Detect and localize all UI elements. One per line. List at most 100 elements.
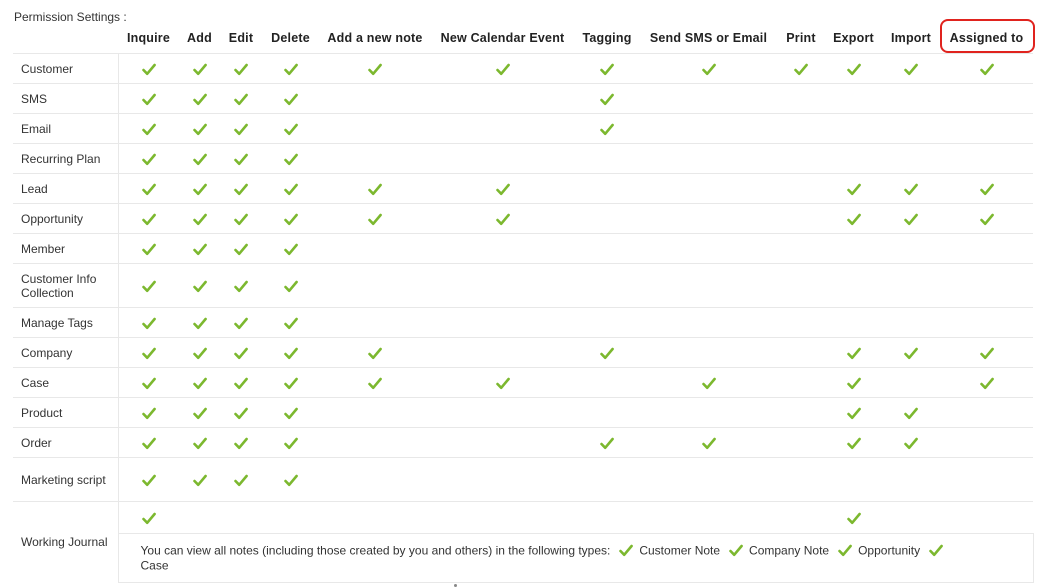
permission-cell-delete[interactable] bbox=[262, 53, 319, 84]
permission-cell-add[interactable] bbox=[179, 173, 220, 204]
permission-cell-print[interactable] bbox=[777, 53, 825, 84]
permission-cell-inquire[interactable] bbox=[118, 143, 179, 174]
permission-cell-tagging[interactable] bbox=[574, 53, 640, 84]
permission-cell-inquire[interactable] bbox=[118, 233, 179, 264]
permission-cell-export[interactable] bbox=[825, 367, 882, 398]
permission-cell-edit[interactable] bbox=[220, 233, 262, 264]
permission-cell-add[interactable] bbox=[179, 337, 220, 368]
permission-cell-inquire[interactable] bbox=[118, 307, 179, 338]
permission-cell-send-sms-or-email[interactable] bbox=[640, 53, 777, 84]
permission-cell-assigned-to[interactable] bbox=[940, 173, 1033, 204]
permission-cell-export[interactable] bbox=[825, 501, 882, 534]
permission-cell-delete[interactable] bbox=[262, 83, 319, 114]
permission-cell-edit[interactable] bbox=[220, 143, 262, 174]
permission-cell-inquire[interactable] bbox=[118, 337, 179, 368]
permission-cell-edit[interactable] bbox=[220, 173, 262, 204]
permission-cell-import[interactable] bbox=[882, 397, 940, 428]
checkmark-icon bbox=[846, 407, 861, 419]
permission-cell-inquire[interactable] bbox=[118, 263, 179, 308]
permission-cell-tagging[interactable] bbox=[574, 427, 640, 458]
permission-cell-edit[interactable] bbox=[220, 307, 262, 338]
permission-cell-delete[interactable] bbox=[262, 143, 319, 174]
permission-cell-new-calendar-event[interactable] bbox=[431, 53, 574, 84]
permission-cell-inquire[interactable] bbox=[118, 457, 179, 502]
permission-cell-inquire[interactable] bbox=[118, 173, 179, 204]
permission-cell-edit[interactable] bbox=[220, 53, 262, 84]
permission-cell-send-sms-or-email[interactable] bbox=[640, 367, 777, 398]
permission-cell-inquire[interactable] bbox=[118, 83, 179, 114]
permission-cell-inquire[interactable] bbox=[118, 113, 179, 144]
permission-cell-export[interactable] bbox=[825, 53, 882, 84]
permission-cell-inquire[interactable] bbox=[118, 367, 179, 398]
checkmark-icon bbox=[368, 377, 382, 389]
permission-cell-export[interactable] bbox=[825, 397, 882, 428]
permission-cell-import[interactable] bbox=[882, 337, 940, 368]
permission-cell-edit[interactable] bbox=[220, 113, 262, 144]
permission-cell-export[interactable] bbox=[825, 427, 882, 458]
permission-cell-inquire[interactable] bbox=[118, 53, 179, 84]
permission-cell-delete[interactable] bbox=[262, 337, 319, 368]
permission-cell-new-calendar-event[interactable] bbox=[431, 203, 574, 234]
permission-cell-import[interactable] bbox=[882, 427, 940, 458]
permission-cell-tagging[interactable] bbox=[574, 337, 640, 368]
permission-cell-export[interactable] bbox=[825, 337, 882, 368]
permission-cell-add-a-new-note[interactable] bbox=[319, 337, 431, 368]
permission-cell-new-calendar-event[interactable] bbox=[431, 367, 574, 398]
permission-cell-add-a-new-note[interactable] bbox=[319, 173, 431, 204]
permission-cell-edit[interactable] bbox=[220, 427, 262, 458]
permission-cell-edit[interactable] bbox=[220, 397, 262, 428]
permission-cell-delete[interactable] bbox=[262, 263, 319, 308]
permission-cell-add[interactable] bbox=[179, 53, 220, 84]
permission-cell-edit[interactable] bbox=[220, 203, 262, 234]
permission-cell-edit[interactable] bbox=[220, 83, 262, 114]
permission-cell-import[interactable] bbox=[882, 203, 940, 234]
permission-cell-add[interactable] bbox=[179, 233, 220, 264]
note-type-case[interactable]: Case bbox=[141, 559, 169, 573]
permission-cell-add[interactable] bbox=[179, 263, 220, 308]
permission-cell-delete[interactable] bbox=[262, 173, 319, 204]
permission-cell-export[interactable] bbox=[825, 203, 882, 234]
permission-cell-add-a-new-note[interactable] bbox=[319, 203, 431, 234]
permission-cell-tagging[interactable] bbox=[574, 83, 640, 114]
permission-cell-add-a-new-note[interactable] bbox=[319, 367, 431, 398]
permission-cell-inquire[interactable] bbox=[118, 427, 179, 458]
permission-cell-add-a-new-note[interactable] bbox=[319, 53, 431, 84]
note-type-customer-note[interactable]: Customer Note bbox=[639, 543, 720, 557]
permission-cell-delete[interactable] bbox=[262, 457, 319, 502]
note-type-company-note[interactable]: Company Note bbox=[749, 543, 829, 557]
permission-cell-edit[interactable] bbox=[220, 367, 262, 398]
permission-cell-add[interactable] bbox=[179, 143, 220, 174]
permission-cell-new-calendar-event[interactable] bbox=[431, 173, 574, 204]
permission-cell-add[interactable] bbox=[179, 203, 220, 234]
permission-cell-add[interactable] bbox=[179, 113, 220, 144]
permission-cell-delete[interactable] bbox=[262, 367, 319, 398]
permission-cell-delete[interactable] bbox=[262, 427, 319, 458]
permission-cell-tagging[interactable] bbox=[574, 113, 640, 144]
permission-cell-add[interactable] bbox=[179, 457, 220, 502]
permission-cell-assigned-to[interactable] bbox=[940, 53, 1033, 84]
permission-cell-import[interactable] bbox=[882, 53, 940, 84]
note-type-opportunity[interactable]: Opportunity bbox=[858, 543, 920, 557]
permission-cell-delete[interactable] bbox=[262, 233, 319, 264]
permission-cell-assigned-to[interactable] bbox=[940, 337, 1033, 368]
permission-cell-delete[interactable] bbox=[262, 397, 319, 428]
permission-cell-edit[interactable] bbox=[220, 263, 262, 308]
permission-cell-inquire[interactable] bbox=[118, 397, 179, 428]
permission-cell-delete[interactable] bbox=[262, 203, 319, 234]
permission-cell-add[interactable] bbox=[179, 367, 220, 398]
permission-cell-assigned-to[interactable] bbox=[940, 203, 1033, 234]
permission-cell-inquire[interactable] bbox=[118, 203, 179, 234]
permission-cell-export[interactable] bbox=[825, 173, 882, 204]
permission-cell-assigned-to[interactable] bbox=[940, 367, 1033, 398]
permission-cell-import[interactable] bbox=[882, 173, 940, 204]
permission-cell-add[interactable] bbox=[179, 307, 220, 338]
permission-cell-delete[interactable] bbox=[262, 307, 319, 338]
permission-cell-delete[interactable] bbox=[262, 113, 319, 144]
permission-cell-add[interactable] bbox=[179, 83, 220, 114]
permission-cell-edit[interactable] bbox=[220, 337, 262, 368]
permission-cell-add[interactable] bbox=[179, 397, 220, 428]
permission-cell-add[interactable] bbox=[179, 427, 220, 458]
permission-cell-edit[interactable] bbox=[220, 457, 262, 502]
permission-cell-inquire[interactable] bbox=[118, 501, 179, 534]
permission-cell-send-sms-or-email[interactable] bbox=[640, 427, 777, 458]
